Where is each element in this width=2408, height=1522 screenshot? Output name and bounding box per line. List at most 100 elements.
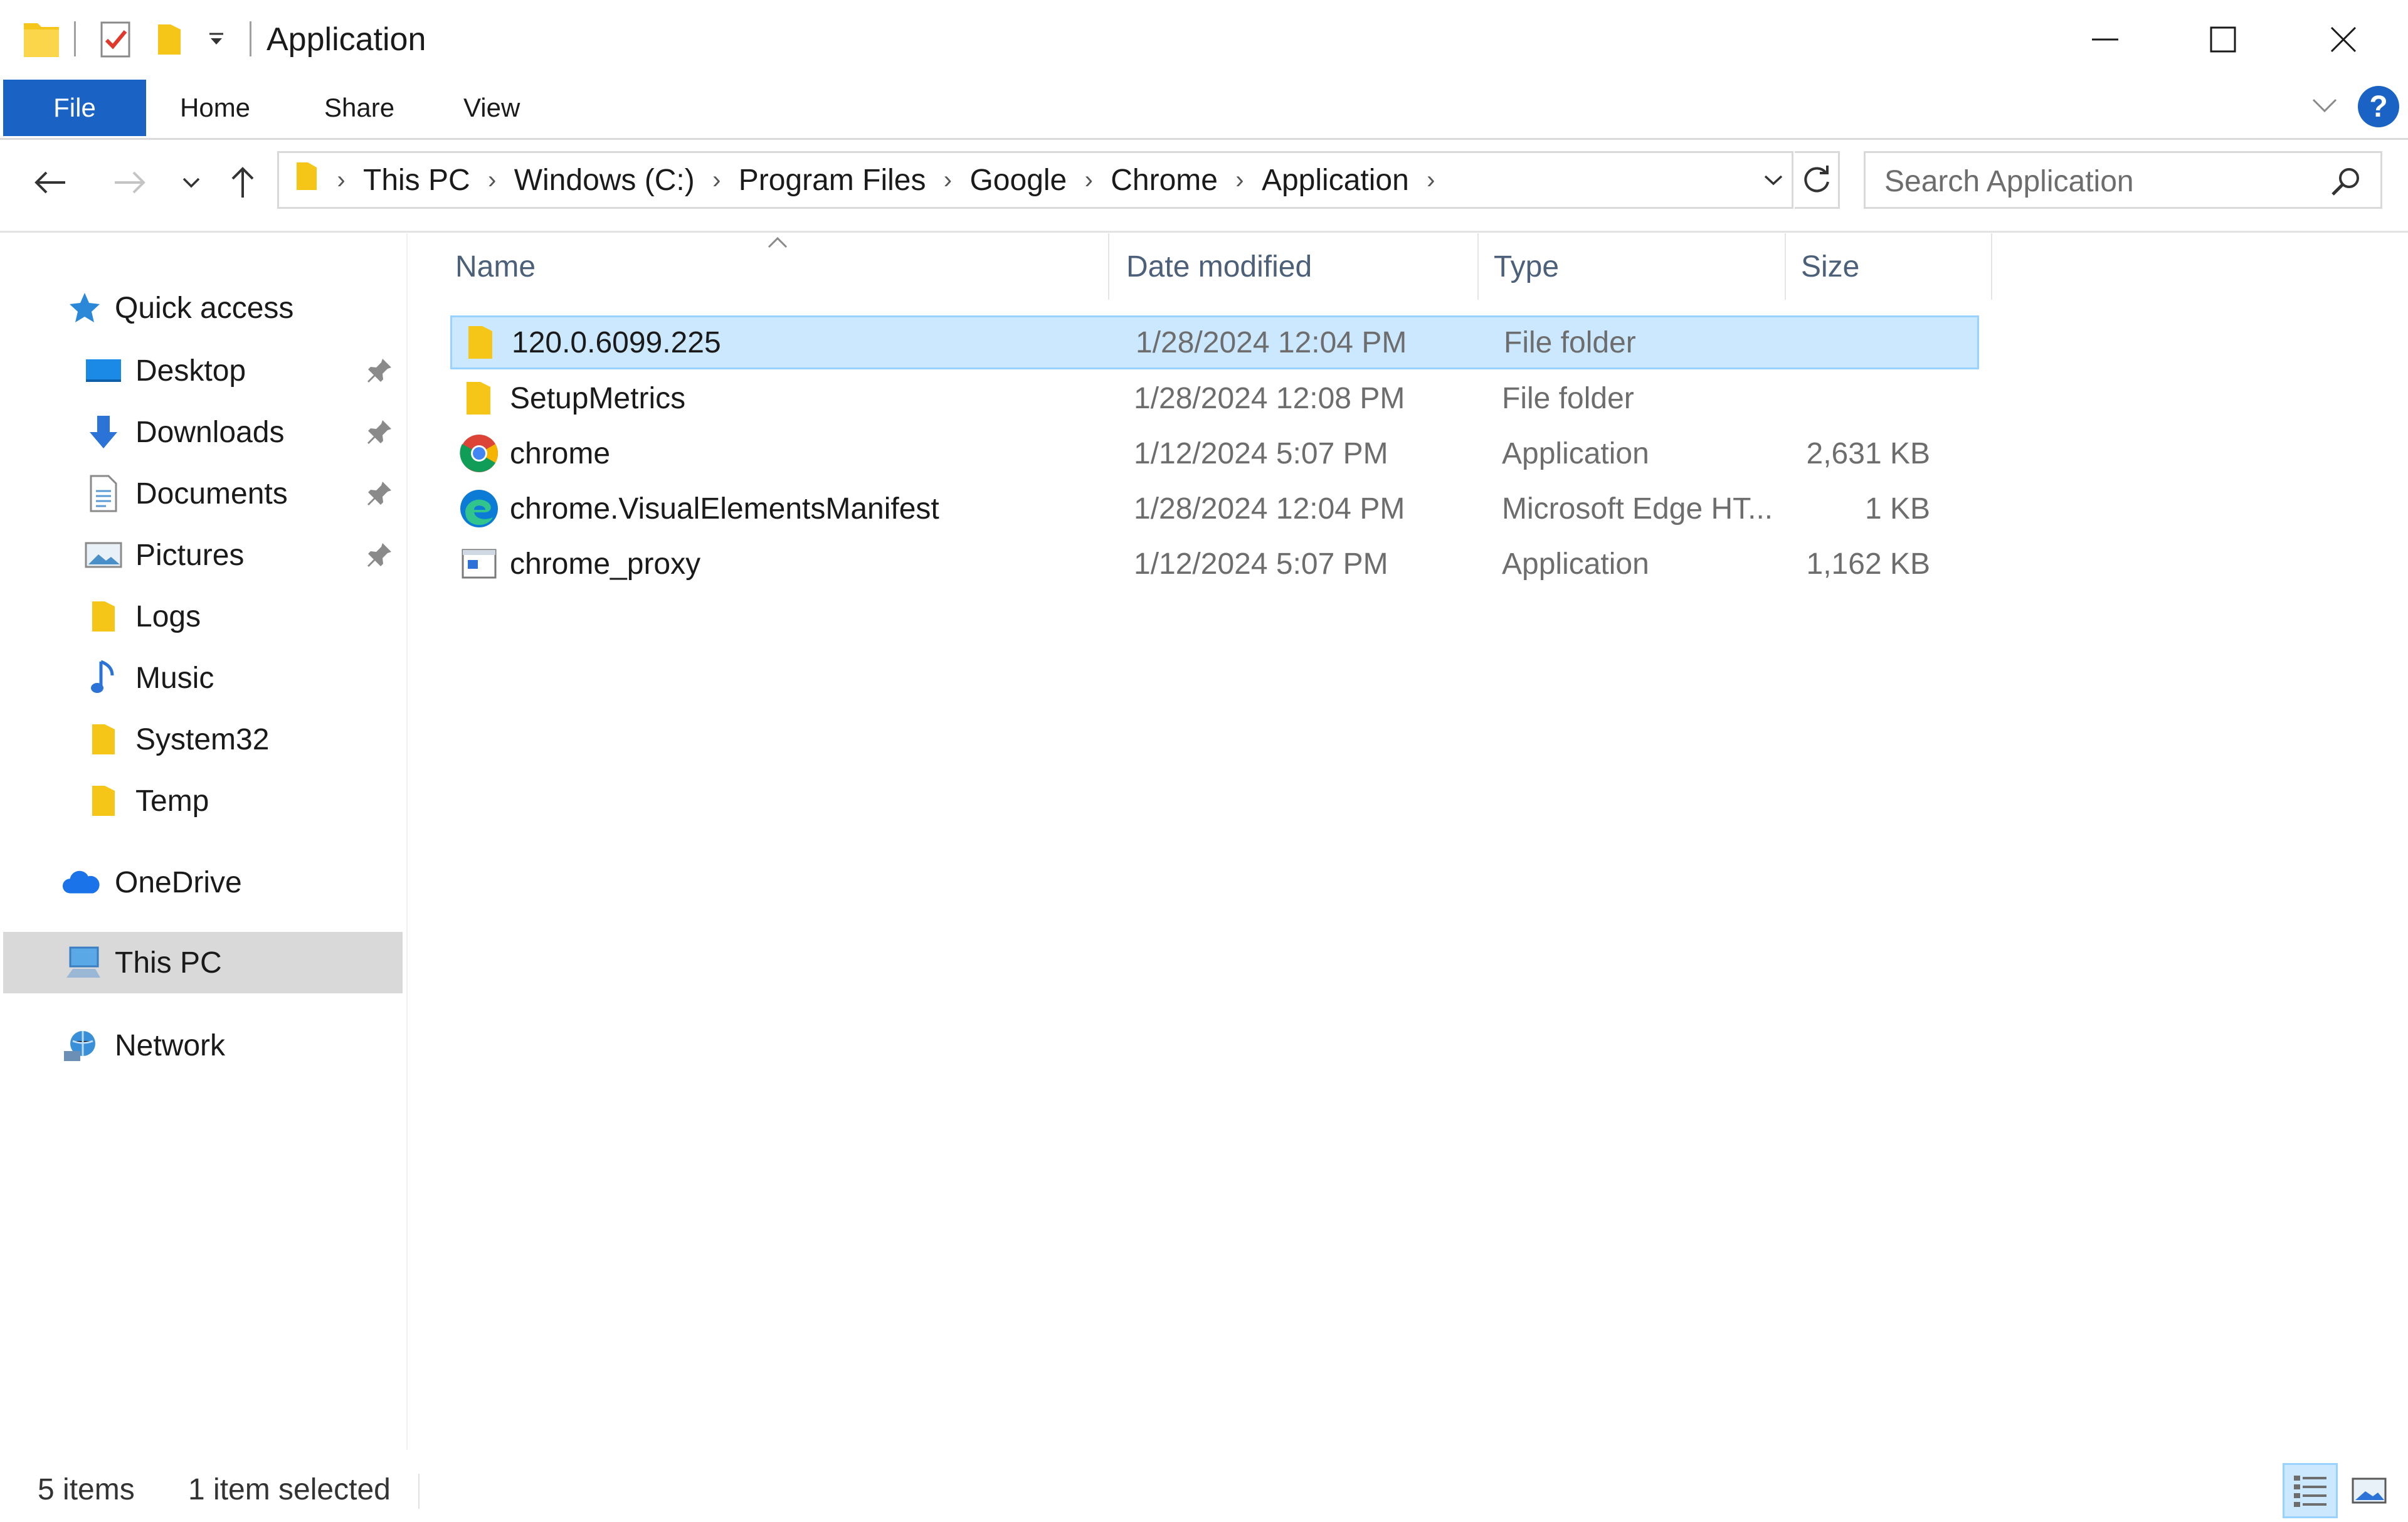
file-type: Application	[1502, 547, 1649, 581]
pin-icon[interactable]	[364, 416, 395, 448]
downloads-icon	[84, 413, 123, 452]
file-row-120-0-6099-225[interactable]: 120.0.6099.225 1/28/2024 12:04 PM File f…	[450, 315, 1979, 369]
new-folder-icon[interactable]	[156, 0, 183, 78]
folder-icon	[84, 597, 123, 636]
sidebar-item-desktop[interactable]: Desktop	[0, 340, 406, 401]
navigation-bar: › This PC › Windows (C:) › Program Files…	[0, 145, 2408, 216]
tab-home[interactable]: Home	[180, 80, 250, 136]
search-input[interactable]	[1883, 162, 2312, 201]
sidebar-item-quick-access[interactable]: Quick access	[0, 277, 406, 339]
large-icons-view-button[interactable]	[2342, 1463, 2397, 1518]
customize-toolbar-icon[interactable]	[207, 0, 226, 78]
minimize-button[interactable]	[2046, 0, 2165, 78]
selection-count: 1 item selected	[188, 1473, 391, 1506]
music-icon	[84, 658, 123, 697]
forward-button[interactable]	[108, 161, 152, 204]
column-divider[interactable]	[1108, 233, 1109, 300]
tab-view[interactable]: View	[463, 80, 520, 136]
column-divider[interactable]	[1785, 233, 1786, 300]
sidebar-item-label: Music	[135, 661, 214, 695]
sidebar-item-documents[interactable]: Documents	[0, 463, 406, 524]
column-header-type[interactable]: Type	[1494, 233, 1559, 300]
help-button[interactable]: ?	[2358, 86, 2399, 127]
navigation-pane: Quick access Desktop Downloads Documents…	[0, 233, 406, 1430]
search-icon[interactable]	[2329, 164, 2364, 199]
address-bar[interactable]: › This PC › Windows (C:) › Program Files…	[277, 151, 1793, 209]
pin-icon[interactable]	[364, 355, 395, 386]
details-view-button[interactable]	[2283, 1463, 2338, 1518]
pin-icon[interactable]	[364, 539, 395, 571]
file-row-chrome-proxy[interactable]: chrome_proxy 1/12/2024 5:07 PM Applicati…	[450, 537, 1979, 591]
column-header-size[interactable]: Size	[1801, 233, 1859, 300]
file-name: chrome_proxy	[510, 547, 701, 581]
address-folder-icon	[294, 160, 319, 200]
chevron-right-icon[interactable]: ›	[1067, 166, 1111, 194]
tab-file[interactable]: File	[3, 80, 146, 136]
column-divider[interactable]	[1477, 233, 1479, 300]
chevron-right-icon[interactable]: ›	[319, 166, 363, 194]
file-list: Name Date modified Type Size 120.0.6099.…	[408, 233, 2408, 1430]
computer-icon	[64, 943, 103, 982]
sidebar-item-this-pc[interactable]: This PC	[3, 932, 403, 993]
column-header-name[interactable]: Name	[455, 233, 536, 300]
breadcrumb-program-files[interactable]: Program Files	[739, 163, 926, 198]
maximize-button[interactable]	[2163, 0, 2283, 78]
up-button[interactable]	[221, 161, 265, 204]
file-name: SetupMetrics	[510, 381, 686, 415]
sidebar-item-system32[interactable]: System32	[0, 709, 406, 770]
sidebar-item-label: Temp	[135, 784, 209, 818]
chevron-right-icon[interactable]: ›	[1409, 166, 1453, 194]
breadcrumb-application[interactable]: Application	[1262, 163, 1409, 198]
sidebar-item-label: This PC	[115, 946, 222, 980]
properties-icon[interactable]	[99, 0, 134, 78]
close-button[interactable]	[2284, 0, 2403, 78]
breadcrumb-windows-c[interactable]: Windows (C:)	[514, 163, 695, 198]
column-divider[interactable]	[1991, 233, 1992, 300]
chevron-right-icon[interactable]: ›	[695, 166, 739, 194]
recent-locations-button[interactable]	[169, 161, 213, 204]
file-size: 2,631 KB	[1806, 436, 1930, 470]
refresh-button[interactable]	[1795, 151, 1840, 209]
window-title: Application	[267, 21, 426, 58]
file-row-setupmetrics[interactable]: SetupMetrics 1/28/2024 12:08 PM File fol…	[450, 371, 1979, 425]
breadcrumb-chrome[interactable]: Chrome	[1111, 163, 1218, 198]
sidebar-item-temp[interactable]: Temp	[0, 770, 406, 832]
divider	[0, 231, 2408, 233]
sidebar-item-label: Documents	[135, 477, 288, 510]
file-size: 1 KB	[1864, 492, 1930, 526]
expand-ribbon-icon[interactable]	[2311, 96, 2338, 118]
file-date-modified: 1/28/2024 12:04 PM	[1136, 325, 1407, 359]
chevron-right-icon[interactable]: ›	[1218, 166, 1262, 194]
sidebar-item-label: Desktop	[135, 354, 246, 388]
pin-icon[interactable]	[364, 478, 395, 509]
sidebar-item-onedrive[interactable]: OneDrive	[0, 852, 406, 913]
sidebar-item-label: OneDrive	[115, 865, 242, 899]
search-box[interactable]	[1864, 151, 2382, 209]
sidebar-item-logs[interactable]: Logs	[0, 586, 406, 647]
chevron-right-icon[interactable]: ›	[470, 166, 514, 194]
desktop-icon	[84, 351, 123, 390]
breadcrumb-google[interactable]: Google	[969, 163, 1067, 198]
file-date-modified: 1/28/2024 12:04 PM	[1134, 492, 1405, 526]
file-row-chrome-visualelementsmanifest[interactable]: chrome.VisualElementsManifest 1/28/2024 …	[450, 482, 1979, 536]
breadcrumb-this-pc[interactable]: This PC	[363, 163, 470, 198]
status-bar: 5 items 1 item selected	[0, 1461, 2408, 1522]
chevron-right-icon[interactable]: ›	[926, 166, 969, 194]
pictures-icon	[84, 536, 123, 574]
item-count: 5 items	[38, 1473, 135, 1506]
tab-share[interactable]: Share	[324, 80, 394, 136]
file-row-chrome[interactable]: chrome 1/12/2024 5:07 PM Application 2,6…	[450, 426, 1979, 480]
sidebar-item-music[interactable]: Music	[0, 647, 406, 709]
sidebar-item-label: Quick access	[115, 291, 294, 325]
address-history-button[interactable]	[1755, 153, 1792, 207]
file-name: chrome.VisualElementsManifest	[510, 492, 939, 526]
file-size	[1788, 315, 1932, 369]
sidebar-item-pictures[interactable]: Pictures	[0, 524, 406, 586]
file-date-modified: 1/12/2024 5:07 PM	[1134, 547, 1388, 581]
folder-app-icon	[23, 0, 60, 78]
sidebar-item-network[interactable]: Network	[0, 1015, 406, 1076]
back-button[interactable]	[28, 161, 72, 204]
star-icon	[65, 288, 104, 327]
column-header-date-modified[interactable]: Date modified	[1126, 233, 1312, 300]
sidebar-item-downloads[interactable]: Downloads	[0, 401, 406, 463]
